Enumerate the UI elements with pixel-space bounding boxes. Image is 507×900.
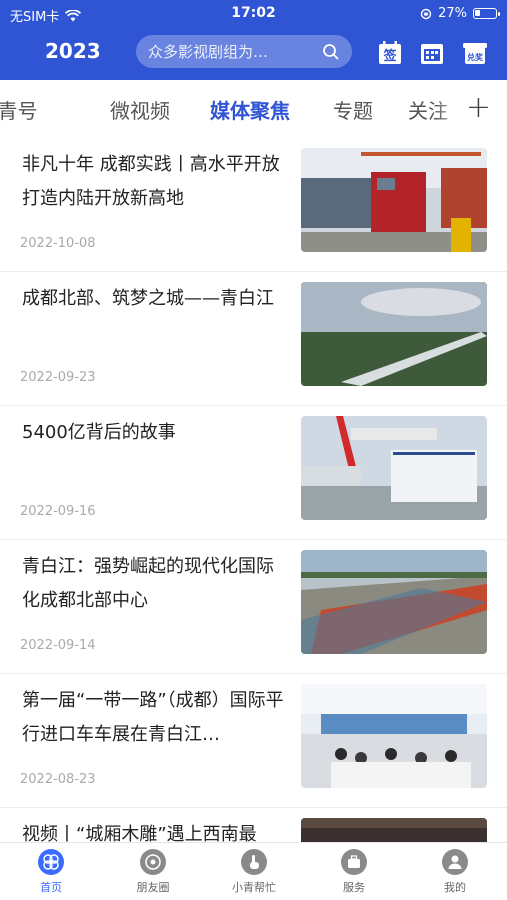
service-briefcase-icon[interactable]: [341, 849, 367, 875]
tab-micro-video[interactable]: 微视频: [110, 95, 170, 124]
nav-help-label[interactable]: 小青帮忙: [214, 879, 294, 895]
article-thumbnail[interactable]: [301, 684, 487, 788]
app-header: 无SIM卡 17:02 27% 2023 众多影视剧组为… 签 兑奖: [0, 0, 507, 80]
article-date: 2022-08-23: [20, 772, 96, 787]
article-title[interactable]: 成都北部、筑梦之城——青白江: [22, 282, 284, 316]
article-item[interactable]: 5400亿背后的故事 2022-09-16: [0, 406, 507, 540]
redeem-icon[interactable]: 兑奖: [462, 40, 488, 66]
nav-service-label[interactable]: 服务: [314, 879, 394, 895]
article-title[interactable]: 视频丨“城厢木雕”遇上西南最: [22, 818, 284, 842]
battery-fill: [475, 10, 480, 16]
article-date: 2022-09-23: [20, 370, 96, 385]
article-title[interactable]: 非凡十年 成都实践丨高水平开放 打造内陆开放新高地: [22, 148, 284, 216]
article-date: 2022-09-16: [20, 504, 96, 519]
battery-icon: [473, 8, 500, 19]
nav-home-label[interactable]: 首页: [11, 879, 91, 895]
search-icon[interactable]: [322, 43, 340, 61]
tab-topics[interactable]: 专题: [333, 95, 373, 124]
orientation-lock-icon: [420, 8, 432, 19]
home-icon[interactable]: [38, 849, 64, 875]
article-item[interactable]: 第一届“一带一路”（成都）国际平行进口车车展在青白江… 2022-08-23: [0, 674, 507, 808]
sign-in-icon[interactable]: 签: [377, 40, 403, 66]
profile-icon[interactable]: [442, 849, 468, 875]
sign-in-label: 签: [382, 48, 397, 64]
nav-home[interactable]: 首页: [11, 849, 91, 895]
article-thumbnail[interactable]: [301, 416, 487, 520]
add-channel-button[interactable]: +: [466, 90, 491, 125]
tab-iqing[interactable]: i青号: [0, 95, 38, 124]
nav-service[interactable]: 服务: [314, 849, 394, 895]
article-date: 2022-09-14: [20, 638, 96, 653]
article-title[interactable]: 第一届“一带一路”（成都）国际平行进口车车展在青白江…: [22, 684, 284, 752]
article-item[interactable]: 成都北部、筑梦之城——青白江 2022-09-23: [0, 272, 507, 406]
bottom-nav: 首页 朋友圈 小青帮忙 服务 我的: [0, 842, 507, 900]
status-right: 27%: [420, 6, 500, 21]
article-title[interactable]: 5400亿背后的故事: [22, 416, 284, 450]
redeem-label: 兑奖: [467, 52, 484, 62]
friends-circle-icon[interactable]: [140, 849, 166, 875]
tab-media-focus[interactable]: 媒体聚焦: [210, 95, 290, 124]
article-list: 非凡十年 成都实践丨高水平开放 打造内陆开放新高地 2022-10-08 成都北…: [0, 138, 507, 842]
article-thumbnail[interactable]: [301, 282, 487, 386]
status-bar: 无SIM卡 17:02 27%: [0, 0, 507, 28]
channel-tabs: i青号 微视频 媒体聚焦 专题 关注 +: [0, 80, 507, 138]
battery-percent: 27%: [438, 6, 467, 21]
year-label[interactable]: 2023: [45, 39, 101, 63]
nav-profile-label[interactable]: 我的: [415, 879, 495, 895]
nav-friends-circle[interactable]: 朋友圈: [113, 849, 193, 895]
nav-friends-circle-label[interactable]: 朋友圈: [113, 879, 193, 895]
article-title[interactable]: 青白江：强势崛起的现代化国际化成都北部中心: [22, 550, 284, 618]
article-date: 2022-10-08: [20, 236, 96, 251]
nav-help[interactable]: 小青帮忙: [214, 849, 294, 895]
article-item[interactable]: 视频丨“城厢木雕”遇上西南最: [0, 808, 507, 842]
nav-profile[interactable]: 我的: [415, 849, 495, 895]
help-hand-icon[interactable]: [241, 849, 267, 875]
search-placeholder[interactable]: 众多影视剧组为…: [148, 41, 322, 62]
calendar-icon[interactable]: [419, 40, 445, 66]
article-thumbnail[interactable]: [301, 818, 487, 842]
article-item[interactable]: 青白江：强势崛起的现代化国际化成都北部中心 2022-09-14: [0, 540, 507, 674]
article-item[interactable]: 非凡十年 成都实践丨高水平开放 打造内陆开放新高地 2022-10-08: [0, 138, 507, 272]
article-thumbnail[interactable]: [301, 148, 487, 252]
tabs-fade: [435, 80, 465, 138]
article-thumbnail[interactable]: [301, 550, 487, 654]
search-bar[interactable]: 众多影视剧组为…: [136, 35, 352, 68]
